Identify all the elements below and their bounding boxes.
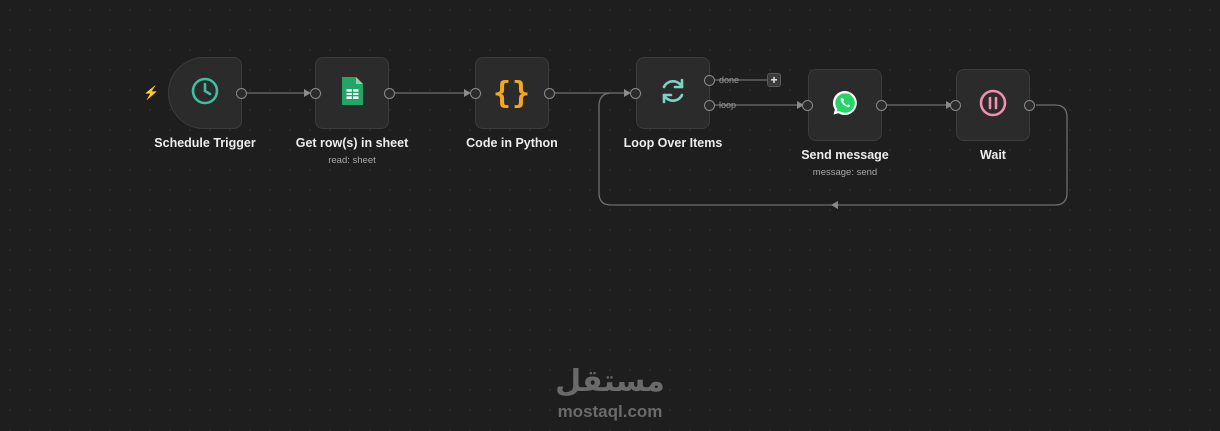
curly-braces-icon: {} xyxy=(492,75,532,111)
input-handle-wait[interactable] xyxy=(950,100,961,111)
watermark-logo: مستقل xyxy=(555,364,665,399)
node-title-loop: Loop Over Items xyxy=(623,136,723,150)
node-code[interactable]: {} xyxy=(475,57,549,129)
output-handle-get-rows[interactable] xyxy=(384,88,395,99)
input-handle-loop[interactable] xyxy=(630,88,641,99)
google-sheets-icon xyxy=(340,76,364,111)
arrowhead-loopback xyxy=(831,201,838,209)
node-wait[interactable] xyxy=(956,69,1030,141)
pause-icon xyxy=(978,88,1008,123)
output-handle-loop-done[interactable] xyxy=(704,75,715,86)
output-label-loop: loop xyxy=(719,100,737,110)
clock-icon xyxy=(190,76,220,111)
refresh-icon xyxy=(658,76,688,111)
trigger-bolt-icon: ⚡ xyxy=(143,85,160,100)
node-send-message[interactable] xyxy=(808,69,882,141)
input-handle-get-rows[interactable] xyxy=(310,88,321,99)
output-handle-loop-loop[interactable] xyxy=(704,100,715,111)
node-schedule-trigger[interactable] xyxy=(168,57,242,129)
node-title-get-rows: Get row(s) in sheet xyxy=(295,136,409,150)
workflow-canvas[interactable]: ⚡ Schedule Trigger Get row(s) in sheet r… xyxy=(0,0,1220,431)
node-subtitle-get-rows: read: sheet xyxy=(328,155,376,166)
node-get-rows[interactable] xyxy=(315,57,389,129)
output-handle-send-message[interactable] xyxy=(876,100,887,111)
output-label-done: done xyxy=(719,75,740,85)
node-loop-over-items[interactable] xyxy=(636,57,710,129)
output-handle-wait[interactable] xyxy=(1024,100,1035,111)
output-handle-schedule-trigger[interactable] xyxy=(236,88,247,99)
whatsapp-icon xyxy=(831,89,859,122)
node-subtitle-send-message: message: send xyxy=(812,167,878,178)
watermark-url: mostaql.com xyxy=(557,402,663,421)
output-handle-code[interactable] xyxy=(544,88,555,99)
input-handle-send-message[interactable] xyxy=(802,100,813,111)
node-title-code: Code in Python xyxy=(466,136,558,150)
input-handle-code[interactable] xyxy=(470,88,481,99)
node-title-wait: Wait xyxy=(980,148,1006,162)
add-node-button[interactable]: + xyxy=(767,73,781,87)
